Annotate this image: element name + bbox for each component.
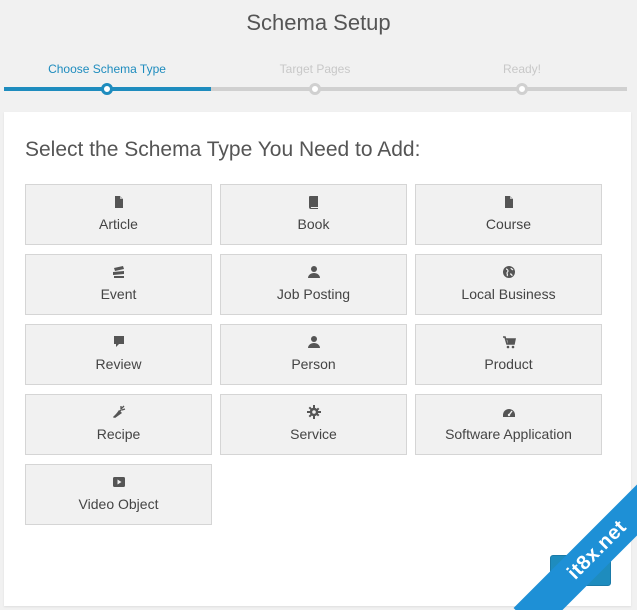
type-tile-recipe[interactable]: Recipe (25, 394, 212, 455)
next-button[interactable]: Next (550, 555, 611, 586)
type-tile-label: Person (291, 356, 336, 372)
type-tile-local-business[interactable]: Local Business (415, 254, 602, 315)
document-icon (112, 195, 126, 209)
type-tile-book[interactable]: Book (220, 184, 407, 245)
dashboard-icon (502, 405, 516, 419)
type-tile-label: Event (100, 286, 137, 302)
type-tile-label: Product (484, 356, 533, 372)
step-dot-ready[interactable] (516, 83, 528, 95)
setup-steps: Choose Schema Type Target Pages Ready! (0, 62, 637, 102)
page-title: Schema Setup (246, 10, 391, 35)
type-tile-person[interactable]: Person (220, 324, 407, 385)
type-tile-course[interactable]: Course (415, 184, 602, 245)
type-tile-label: Article (99, 216, 138, 232)
carrot-icon (112, 405, 126, 419)
type-tile-label: Job Posting (276, 286, 351, 302)
document-icon (502, 195, 516, 209)
step-label-target-pages[interactable]: Target Pages (280, 62, 351, 76)
step-dot-target-pages[interactable] (309, 83, 321, 95)
type-tile-software-application[interactable]: Software Application (415, 394, 602, 455)
type-tile-label: Review (95, 356, 142, 372)
type-tile-label: Video Object (78, 496, 159, 512)
globe-icon (502, 265, 516, 279)
person-icon (307, 335, 321, 349)
type-tile-label: Recipe (96, 426, 141, 442)
type-tile-product[interactable]: Product (415, 324, 602, 385)
type-tile-article[interactable]: Article (25, 184, 212, 245)
gear-icon (306, 405, 321, 419)
type-tile-event[interactable]: Event (25, 254, 212, 315)
video-icon (112, 475, 126, 489)
schema-type-card: Select the Schema Type You Need to Add: … (4, 112, 631, 606)
cart-icon (502, 335, 516, 349)
type-tile-label: Course (485, 216, 532, 232)
speech-bubble-icon (112, 335, 126, 349)
type-tile-video-object[interactable]: Video Object (25, 464, 212, 525)
tickets-icon (112, 265, 126, 279)
type-tile-service[interactable]: Service (220, 394, 407, 455)
step-label-choose-schema-type[interactable]: Choose Schema Type (48, 62, 166, 76)
type-tile-label: Software Application (445, 426, 572, 442)
type-tile-label: Local Business (461, 286, 556, 302)
card-heading: Select the Schema Type You Need to Add: (25, 138, 421, 161)
type-tile-label: Book (297, 216, 330, 232)
book-icon (307, 195, 321, 209)
type-tile-review[interactable]: Review (25, 324, 212, 385)
step-dot-choose-schema-type[interactable] (101, 83, 113, 95)
type-tile-job-posting[interactable]: Job Posting (220, 254, 407, 315)
person-icon (307, 265, 321, 279)
type-tile-label: Service (290, 426, 337, 442)
step-label-ready[interactable]: Ready! (503, 62, 541, 76)
